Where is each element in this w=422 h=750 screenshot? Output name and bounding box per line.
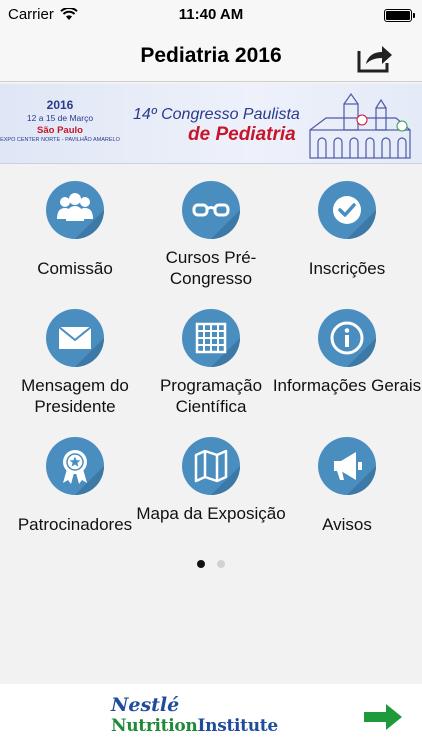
menu-icon-circle [46,437,104,495]
banner-event-info: 2016 12 a 15 de Março São Paulo EXPO CEN… [0,98,120,143]
menu-item-avisos[interactable]: Avisos [272,431,422,551]
envelope-icon [58,326,92,349]
calendar-grid-icon [195,322,227,354]
menu-icon-circle [46,181,104,239]
menu-icon-circle [318,309,376,367]
page-indicator[interactable] [0,555,422,573]
map-icon [194,449,228,483]
menu-label-patrocinadores: Patrocinadores [17,515,133,534]
menu-icon-circle [182,309,240,367]
menu-item-informacoes[interactable]: Informações Gerais [272,303,422,423]
people-icon [57,193,93,221]
banner-dates: 12 a 15 de Março [26,113,94,123]
menu-item-mapa[interactable]: Mapa da Exposição [136,431,286,551]
battery-icon [384,9,415,22]
sponsor-brand-nutrition: Nutrition [111,716,198,736]
menu-label-mapa: Mapa da Exposição [136,504,286,523]
page-dot-active[interactable] [197,560,205,568]
menu-label-inscricoes: Inscrições [308,259,386,278]
menu-label-cursos: Cursos Pré-Congresso [165,248,257,288]
menu-item-patrocinadores[interactable]: Patrocinadores [0,431,150,551]
menu-icon-circle [182,437,240,495]
page-dot-inactive[interactable] [217,560,225,568]
glasses-icon [192,203,230,217]
menu-item-comissao[interactable]: Comissão [0,175,150,295]
sponsor-brand-line2: NutritionInstitute [111,716,278,736]
sponsor-brand-line1: Nestlé [111,694,180,716]
megaphone-icon [334,452,362,480]
menu-item-inscricoes[interactable]: Inscrições [272,175,422,295]
menu-icon-circle [318,437,376,495]
banner-city: São Paulo [37,125,83,136]
status-time: 11:40 AM [178,6,244,23]
share-icon[interactable] [356,42,394,74]
menu-icon-circle [318,181,376,239]
info-icon [330,321,364,355]
menu-item-programacao[interactable]: Programação Científica [136,303,286,423]
menu-label-comissao: Comissão [37,259,113,278]
menu-item-mensagem[interactable]: Mensagem do Presidente [0,303,150,423]
sponsor-brand-institute: Institute [197,716,278,736]
award-ribbon-icon [63,450,87,484]
building-illustration-icon [309,92,411,159]
menu-label-mensagem: Mensagem do Presidente [21,376,129,416]
menu-icon-circle [46,309,104,367]
banner-venue: EXPO CENTER NORTE - PAVILHÃO AMARELO [0,137,120,143]
navigation-bar: Pediatria 2016 [0,30,422,82]
checkmark-icon [333,196,361,224]
sponsor-banner[interactable]: Nestlé NutritionInstitute [0,684,422,750]
menu-label-informacoes: Informações Gerais [272,376,422,395]
banner-subtitle: de Pediatria [188,124,296,145]
menu-item-cursos[interactable]: Cursos Pré-Congresso [136,175,286,295]
arrow-right-icon[interactable] [362,702,404,732]
menu-icon-circle [182,181,240,239]
menu-label-avisos: Avisos [322,515,372,534]
menu-label-programacao: Programação Científica [159,376,263,416]
menu-grid: Comissão Cursos Pré-Congresso Inscrições [0,175,422,555]
banner-year: 2016 [46,98,74,112]
banner-title: 14º Congresso Paulista [133,106,300,123]
status-bar: Carrier 11:40 AM [0,0,422,30]
congress-banner[interactable]: 2016 12 a 15 de Março São Paulo EXPO CEN… [0,84,422,164]
